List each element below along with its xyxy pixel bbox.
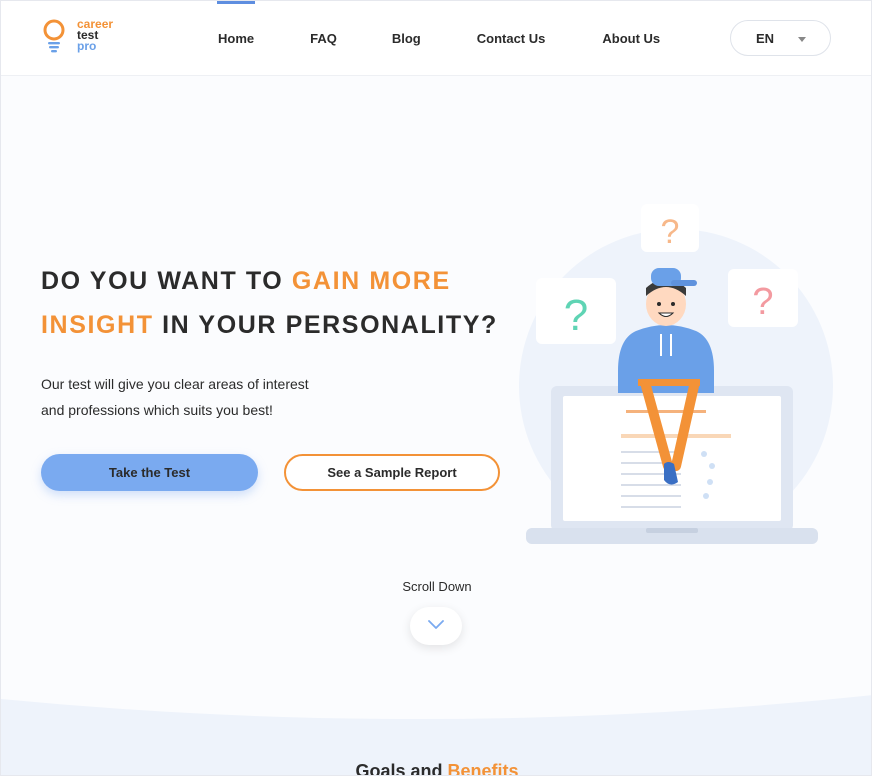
question-card-top: ? xyxy=(641,204,699,252)
headline-text-1: DO YOU WANT TO xyxy=(41,267,292,295)
sample-report-button[interactable]: See a Sample Report xyxy=(284,454,500,491)
question-card-left: ? xyxy=(536,278,616,344)
language-code: EN xyxy=(756,31,775,46)
headline-text-2: IN YOUR PERSONALITY? xyxy=(153,311,498,339)
lightbulb-icon xyxy=(43,19,65,53)
hero-subtext: Our test will give you clear areas of in… xyxy=(41,371,361,423)
scroll-down-button[interactable] xyxy=(410,607,462,645)
question-mark-green: ? xyxy=(564,291,588,340)
subtext-line-2: and professions which suits you best! xyxy=(41,402,273,418)
hero-headline: DO YOU WANT TO GAIN MORE INSIGHT IN YOUR… xyxy=(41,259,521,347)
logo-wordmark: career test pro xyxy=(77,18,113,53)
top-navbar: career test pro Home FAQ Blog Contact Us… xyxy=(1,1,871,76)
hero-illustration: ? ? ? xyxy=(519,204,833,544)
goals-title-text: Goals and xyxy=(355,761,448,776)
chevron-down-icon xyxy=(428,620,444,629)
page: career test pro Home FAQ Blog Contact Us… xyxy=(0,0,872,776)
language-selector[interactable]: EN xyxy=(730,20,831,56)
subtext-line-1: Our test will give you clear areas of in… xyxy=(41,376,309,392)
logo[interactable]: career test pro xyxy=(41,18,113,55)
nav-contact-us[interactable]: Contact Us xyxy=(477,1,546,76)
question-mark-pink: ? xyxy=(752,281,773,323)
question-mark-orange: ? xyxy=(661,213,680,251)
logo-line-pro: pro xyxy=(77,39,97,53)
scroll-down-label: Scroll Down xyxy=(402,579,472,594)
headline-highlight-1: GAIN MORE xyxy=(291,267,451,295)
nav-about-us[interactable]: About Us xyxy=(602,1,660,76)
take-test-button[interactable]: Take the Test xyxy=(41,454,258,491)
nav-home[interactable]: Home xyxy=(216,1,256,76)
main-nav: Home FAQ Blog Contact Us About Us xyxy=(201,1,660,76)
nav-faq[interactable]: FAQ xyxy=(310,1,337,76)
headline-highlight-2: INSIGHT xyxy=(41,311,154,339)
nav-blog[interactable]: Blog xyxy=(392,1,421,76)
goals-benefits-title: Goals and Benefits xyxy=(1,761,871,776)
question-card-right: ? xyxy=(728,269,798,327)
caret-down-icon xyxy=(798,37,806,42)
goals-title-highlight: Benefits xyxy=(447,761,519,776)
